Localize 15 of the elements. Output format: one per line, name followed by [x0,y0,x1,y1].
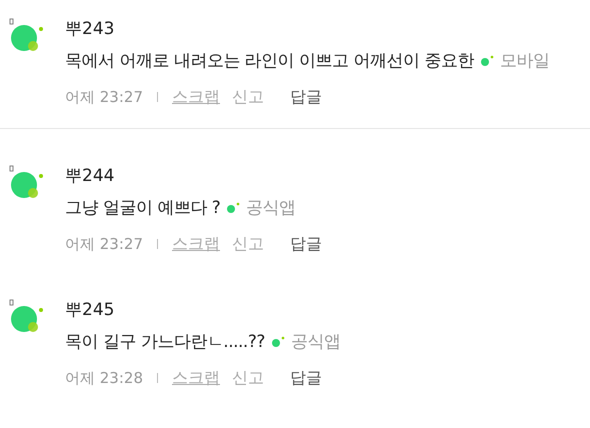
comment-text: 목이 길구 가느다란ㄴ.....?? 공식앱 [65,331,340,354]
action-link[interactable]: 답글 [290,229,322,259]
comment-time: 어제 23:27 [65,87,143,108]
dot-icon [226,202,240,214]
dot-icon [480,55,494,68]
author-name[interactable]: 뿌245 [65,295,114,325]
action-link[interactable]: 답글 [290,363,322,393]
comment-time: 어제 23:27 [65,234,143,255]
dot-icon [270,336,285,348]
author-name[interactable]: 뿌243 [65,14,114,44]
author-name[interactable]: 뿌244 [65,161,114,191]
comment-text: 그냥 얼굴이 예쁘다 ? 공식앱 [65,197,297,220]
comment-time: 어제 23:28 [65,368,143,389]
comment-text: 목에서 어깨로 내려오는 라인이 이쁘고 어깨선이 중요한 모바일 [65,50,550,73]
action-link[interactable]: 답글 [290,82,322,112]
